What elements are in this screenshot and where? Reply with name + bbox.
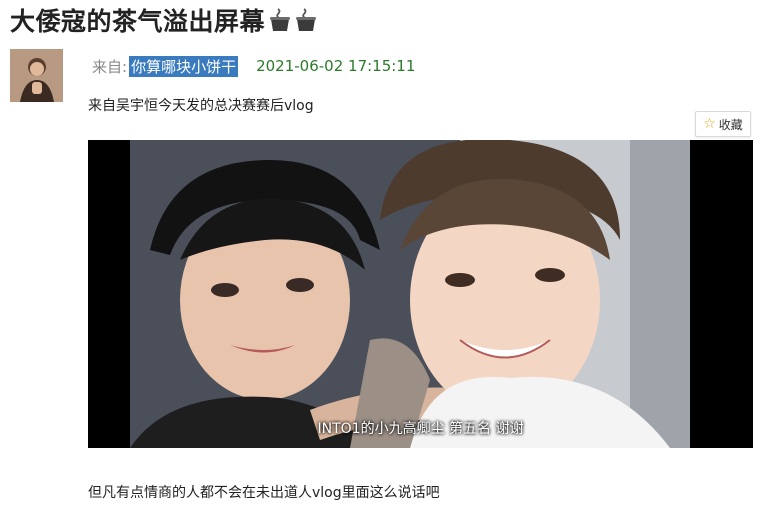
from-label: 来自:: [92, 57, 128, 76]
embedded-video-screenshot: INTO1的小九高卿尘 第五名 谢谢: [88, 140, 753, 448]
post-timestamp: 2021-06-02 17:15:11: [256, 57, 416, 75]
post-body-text: 但凡有点情商的人都不会在未出道人vlog里面这么说话吧: [88, 485, 440, 501]
post-meta: 来自: 你算哪块小饼干 2021-06-02 17:15:11: [92, 55, 415, 77]
video-subtitle: INTO1的小九高卿尘 第五名 谢谢: [317, 421, 524, 437]
hot-pot-icon: [296, 8, 317, 31]
favorite-label: 收藏: [718, 117, 743, 132]
title-emoji-group: [269, 7, 317, 33]
post-title-text: 大倭寇的茶气溢出屏幕: [10, 7, 266, 36]
post-title: 大倭寇的茶气溢出屏幕: [10, 2, 317, 38]
author-link[interactable]: 你算哪块小饼干: [129, 55, 239, 77]
author-avatar[interactable]: [10, 49, 63, 102]
hot-pot-icon: [270, 8, 291, 31]
favorite-button[interactable]: ☆ 收藏: [695, 111, 751, 137]
post-intro-text: 来自吴宇恒今天发的总决赛赛后vlog: [88, 98, 314, 114]
star-icon: ☆: [703, 116, 716, 132]
video-scene: [130, 140, 690, 448]
video-frame-image: [130, 140, 690, 448]
avatar-image: [10, 49, 63, 102]
